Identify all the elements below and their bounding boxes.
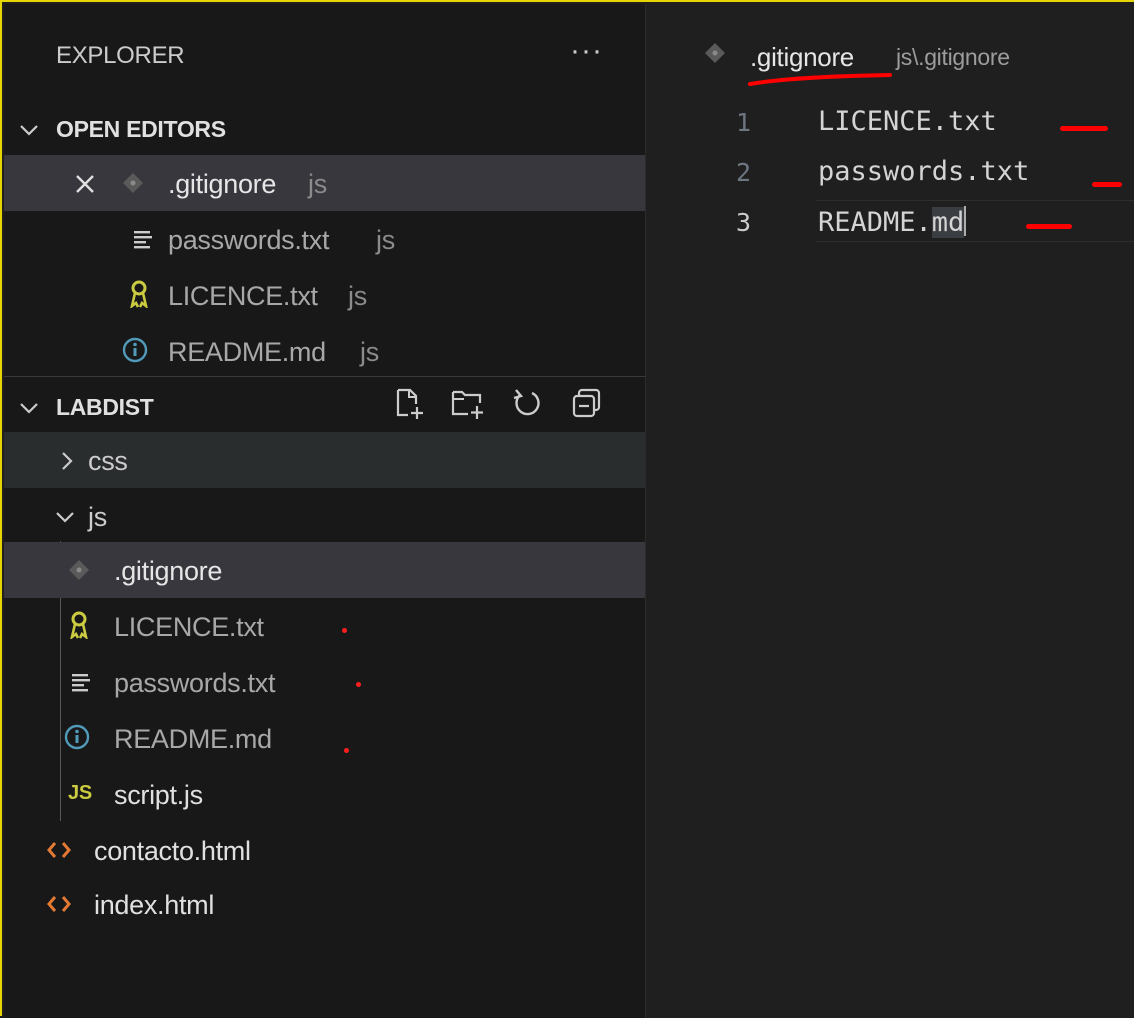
tree-item-label: index.html [94,890,215,920]
text-file-icon [72,674,90,692]
annotation-dot [342,628,347,633]
annotation-dash [1026,224,1072,229]
code-line[interactable]: passwords.txt [818,156,1029,187]
open-editors-label: OPEN EDITORS [56,116,226,142]
open-editors-header[interactable]: OPEN EDITORS [4,101,645,157]
tree-item-js-folder[interactable]: js [4,488,645,544]
open-editor-folder: js [308,169,327,199]
close-icon[interactable] [74,173,96,195]
tree-item-label: LICENCE.txt [114,612,264,642]
tree-item-readme[interactable]: README.md [4,710,645,766]
open-editor-item-licence[interactable]: LICENCE.txt js [4,267,645,323]
open-editor-filename: passwords.txt [168,225,330,255]
explorer-sidebar: EXPLORER ··· OPEN EDITORS .gitignore js [4,4,646,1018]
window-frame: EXPLORER ··· OPEN EDITORS .gitignore js [0,0,1134,1018]
license-key-icon [70,611,88,639]
license-key-icon [130,280,148,308]
html-file-icon [47,896,71,912]
more-actions-button[interactable]: ··· [570,34,603,68]
text-cursor [964,206,967,236]
workspace-label: LABDIST [56,394,154,420]
tree-item-label: contacto.html [94,836,251,866]
html-file-icon [47,842,71,858]
js-file-icon: JS [68,782,92,804]
info-icon [122,337,148,363]
code-line[interactable]: LICENCE.txt [818,106,997,137]
new-folder-icon[interactable] [450,387,486,421]
annotation-dot [356,682,361,687]
open-editor-item-readme[interactable]: README.md js [4,323,645,379]
code-line-text: README. [818,207,932,238]
refresh-icon[interactable] [510,387,544,421]
tree-item-label: README.md [114,724,272,754]
chevron-right-icon [62,452,73,470]
annotation-dash [1092,182,1122,187]
code-line[interactable]: README.md [818,206,967,238]
tree-item-licence[interactable]: LICENCE.txt [4,598,645,654]
line-number: 2 [736,158,752,187]
annotation-dot [344,748,349,753]
gitignore-icon [123,173,143,193]
info-icon [64,724,90,750]
tree-item-gitignore[interactable]: .gitignore [4,542,645,598]
line-number-active: 3 [736,208,752,237]
tree-item-label: passwords.txt [114,668,276,698]
breadcrumb-path[interactable]: js\.gitignore [896,44,1010,71]
gitignore-icon [705,43,725,63]
open-editor-folder: js [376,225,395,255]
open-editor-item-gitignore[interactable]: .gitignore js [4,155,645,211]
tree-item-contacto[interactable]: contacto.html [4,822,645,878]
text-file-icon [134,231,152,249]
open-editor-item-passwords[interactable]: passwords.txt js [4,211,645,267]
new-file-icon[interactable] [392,387,426,421]
annotation-dash [1060,126,1108,131]
selected-text: md [931,207,965,238]
tree-item-css-folder[interactable]: css [4,432,645,488]
open-editor-folder: js [348,281,367,311]
chevron-down-icon [56,512,74,523]
tree-item-index[interactable]: index.html [4,876,645,932]
collapse-all-icon[interactable] [570,387,604,421]
chevron-down-icon [20,403,38,414]
chevron-down-icon [20,125,38,136]
tree-item-script[interactable]: JS script.js [4,766,645,822]
open-editor-folder: js [360,337,379,367]
open-editor-filename: README.md [168,337,326,367]
gitignore-icon [69,560,89,580]
explorer-title: EXPLORER [56,42,185,69]
tree-item-label: .gitignore [114,556,223,586]
open-editor-filename: .gitignore [168,169,277,199]
tree-item-label: script.js [114,780,203,810]
tree-item-label: css [88,446,128,476]
open-editor-filename: LICENCE.txt [168,281,318,311]
tree-item-label: js [88,502,107,532]
line-number: 1 [736,108,752,137]
tree-item-passwords[interactable]: passwords.txt [4,654,645,710]
workspace-header[interactable]: LABDIST [4,376,645,432]
editor-pane[interactable]: .gitignore js\.gitignore 1 LICENCE.txt 2… [646,4,1134,1018]
annotation-underline [748,73,892,86]
